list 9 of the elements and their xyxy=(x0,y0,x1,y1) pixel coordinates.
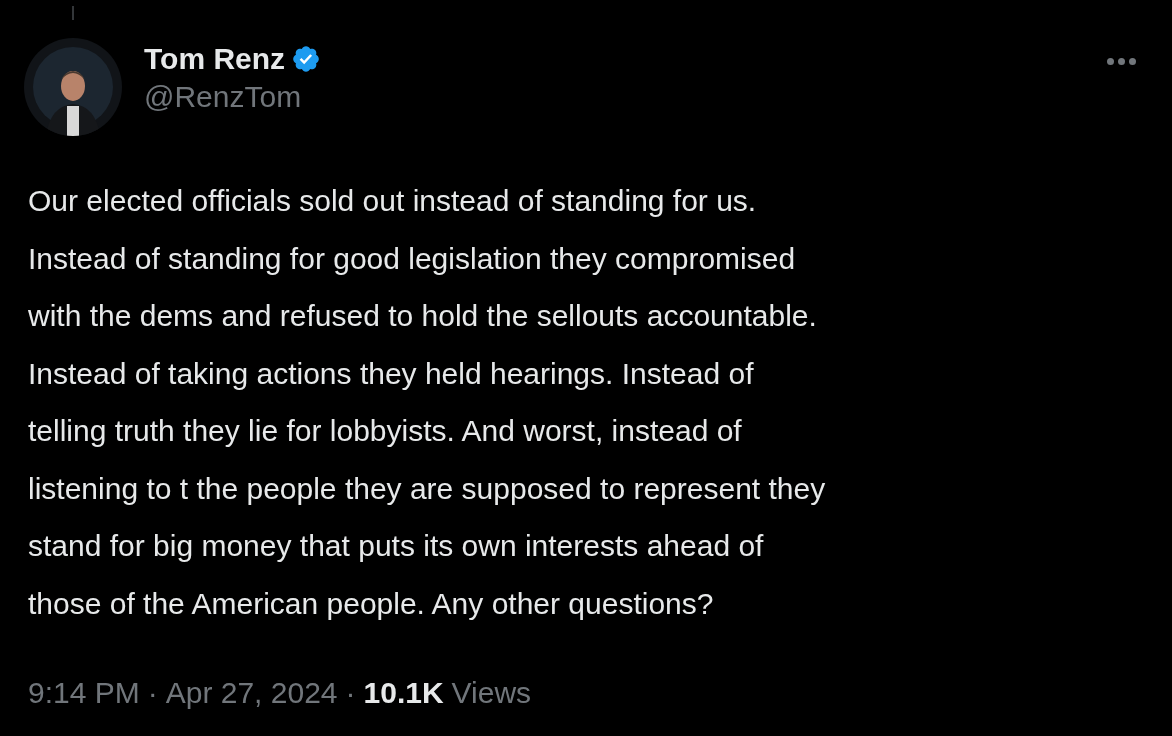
author-name[interactable]: Tom Renz xyxy=(144,40,286,78)
tweet-text: Our elected officials sold out instead of standing for us. Instead of standing for good legislation they compromised with the dems and refused to hold the sellouts accountable. Instead of taking actions they held hearings. Instead of telling truth they lie for lobbyists. And worst, instead of listening to t the people they are supposed to represent they stand for big money that puts its own interests ahead of those of the American people. Any other questions? xyxy=(28,183,826,622)
tweet-time[interactable]: 9:14 PM xyxy=(28,670,140,715)
view-count: 10.1K xyxy=(363,675,444,711)
separator-dot: · xyxy=(345,675,356,711)
author-handle[interactable]: @RenzTom xyxy=(144,78,322,116)
tweet-date[interactable]: Apr 27, 2024 xyxy=(165,670,338,715)
views-label: Views xyxy=(451,675,532,711)
separator-dot: · xyxy=(147,675,158,711)
